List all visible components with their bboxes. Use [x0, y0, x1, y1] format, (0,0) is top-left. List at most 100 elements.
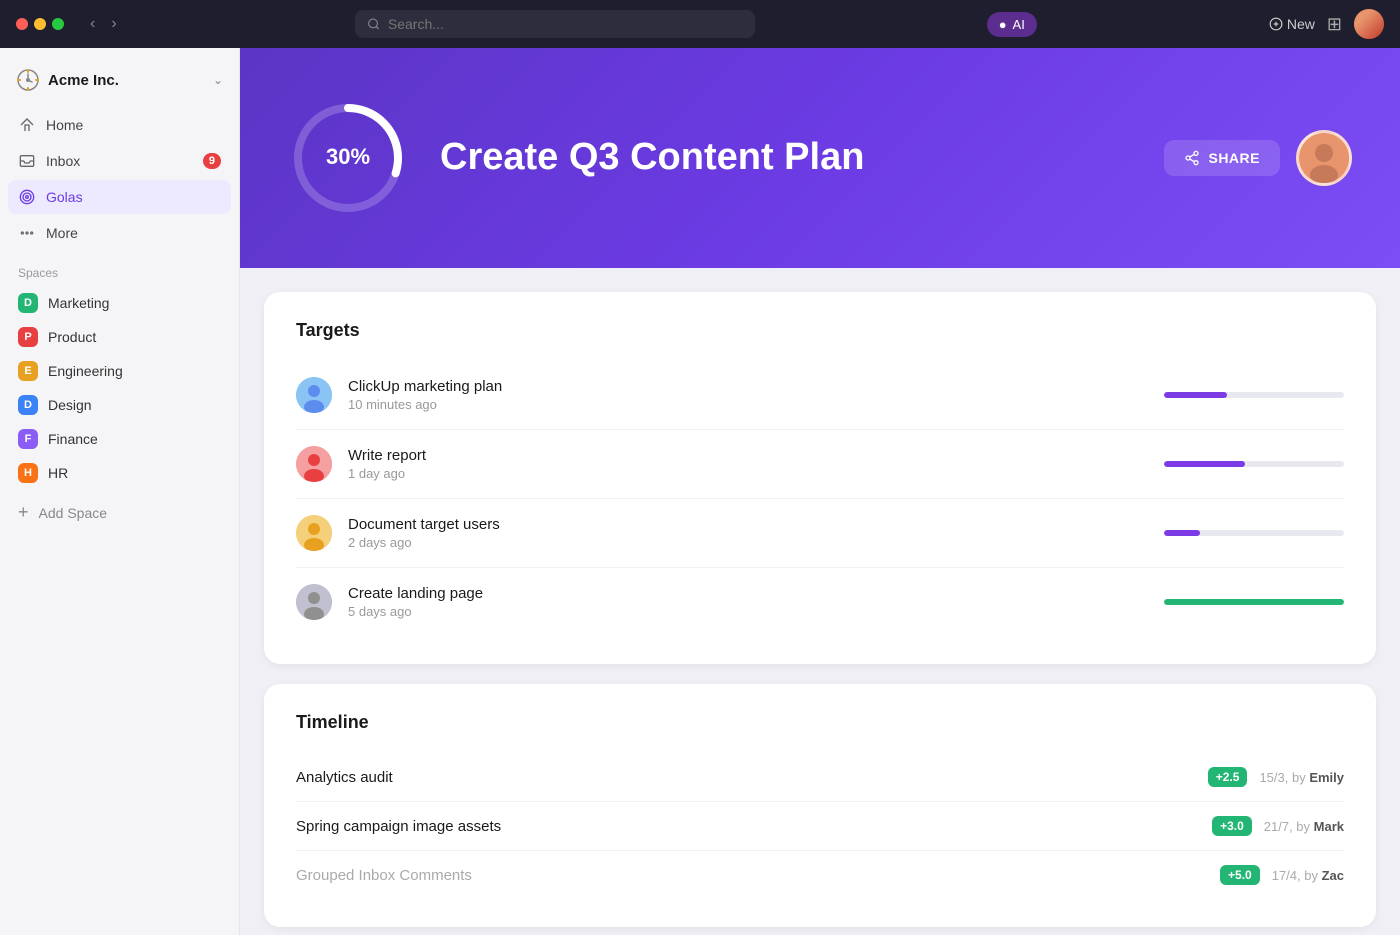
- hero-actions: SHARE: [1164, 130, 1352, 186]
- sidebar-item-design[interactable]: D Design: [8, 388, 231, 422]
- target-time: 1 day ago: [348, 466, 1148, 481]
- share-label: SHARE: [1208, 150, 1260, 166]
- sidebar-item-more[interactable]: More: [8, 216, 231, 250]
- product-space-icon: P: [18, 327, 38, 347]
- progress-bar: [1164, 530, 1344, 536]
- timeline-author: Mark: [1314, 819, 1344, 834]
- list-item[interactable]: Spring campaign image assets +3.0 21/7, …: [296, 802, 1344, 851]
- finance-space-icon: F: [18, 429, 38, 449]
- table-row[interactable]: ClickUp marketing plan 10 minutes ago: [296, 361, 1344, 430]
- forward-button[interactable]: ›: [105, 13, 122, 35]
- list-item[interactable]: Analytics audit +2.5 15/3, by Emily: [296, 753, 1344, 802]
- target-name: Create landing page: [348, 585, 1148, 602]
- share-button[interactable]: SHARE: [1164, 140, 1280, 176]
- avatar: [296, 446, 332, 482]
- timeline-badge: +2.5: [1208, 767, 1248, 787]
- timeline-badge: +3.0: [1212, 816, 1252, 836]
- goal-hero: 30% Create Q3 Content Plan SHARE: [240, 48, 1400, 268]
- main-layout: Acme Inc. ⌄ Home Inbox 9: [0, 48, 1400, 935]
- target-name: Document target users: [348, 516, 1148, 533]
- timeline-item-name: Analytics audit: [296, 769, 1196, 786]
- search-input[interactable]: [388, 16, 743, 32]
- timeline-meta: 21/7, by Mark: [1264, 819, 1344, 834]
- target-time: 10 minutes ago: [348, 397, 1148, 412]
- target-name: ClickUp marketing plan: [348, 378, 1148, 395]
- progress-fill: [1164, 461, 1245, 467]
- minimize-button[interactable]: [34, 18, 46, 30]
- sidebar-item-inbox[interactable]: Inbox 9: [8, 144, 231, 178]
- progress-bar: [1164, 599, 1344, 605]
- progress-fill: [1164, 392, 1227, 398]
- progress-bar: [1164, 461, 1344, 467]
- target-time: 5 days ago: [348, 604, 1148, 619]
- ai-button[interactable]: ● AI: [987, 12, 1037, 37]
- target-info: Create landing page 5 days ago: [348, 585, 1148, 619]
- inbox-badge: 9: [203, 153, 221, 169]
- timeline-meta: 15/3, by Emily: [1259, 770, 1344, 785]
- progress-fill: [1164, 530, 1200, 536]
- sidebar-item-hr[interactable]: H HR: [8, 456, 231, 490]
- avatar: [296, 584, 332, 620]
- window-controls: [16, 18, 64, 30]
- list-item[interactable]: Grouped Inbox Comments +5.0 17/4, by Zac: [296, 851, 1344, 899]
- design-space-icon: D: [18, 395, 38, 415]
- workspace-icon: [16, 68, 40, 92]
- title-right-actions: New ⊞: [1269, 9, 1384, 39]
- new-button[interactable]: New: [1269, 16, 1315, 32]
- targets-card: Targets ClickUp marketing plan 10 minute…: [264, 292, 1376, 664]
- close-button[interactable]: [16, 18, 28, 30]
- sidebar-item-engineering[interactable]: E Engineering: [8, 354, 231, 388]
- goal-title-block: Create Q3 Content Plan: [440, 135, 1132, 181]
- share-icon: [1184, 150, 1200, 166]
- plus-icon: [1269, 17, 1283, 31]
- sidebar-item-home[interactable]: Home: [8, 108, 231, 142]
- timeline-item-name: Spring campaign image assets: [296, 818, 1200, 835]
- progress-circle: 30%: [288, 98, 408, 218]
- add-space-label: Add Space: [39, 505, 108, 521]
- nav-arrows: ‹ ›: [84, 13, 123, 35]
- hero-user-avatar[interactable]: [1296, 130, 1352, 186]
- add-space-icon: +: [18, 502, 29, 523]
- workspace-name: Acme Inc.: [48, 72, 119, 89]
- sidebar-nav: Home Inbox 9 Golas: [0, 108, 239, 250]
- content-panel: Targets ClickUp marketing plan 10 minute…: [240, 268, 1400, 935]
- target-time: 2 days ago: [348, 535, 1148, 550]
- add-space-button[interactable]: + Add Space: [8, 494, 231, 531]
- spaces-section-label: Spaces: [0, 250, 239, 286]
- user-avatar[interactable]: [1354, 9, 1384, 39]
- marketing-label: Marketing: [48, 295, 109, 311]
- sidebar-item-marketing[interactable]: D Marketing: [8, 286, 231, 320]
- workspace-header[interactable]: Acme Inc. ⌄: [0, 60, 239, 108]
- goals-label: Golas: [46, 189, 83, 205]
- timeline-item-name: Grouped Inbox Comments: [296, 867, 1208, 884]
- ai-label: AI: [1013, 17, 1025, 32]
- search-bar[interactable]: [355, 10, 755, 38]
- sidebar-item-goals[interactable]: Golas: [8, 180, 231, 214]
- avatar-face: [1299, 133, 1349, 183]
- engineering-label: Engineering: [48, 363, 123, 379]
- avatar: [296, 515, 332, 551]
- product-label: Product: [48, 329, 96, 345]
- timeline-author: Zac: [1322, 868, 1344, 883]
- grid-icon[interactable]: ⊞: [1327, 14, 1342, 35]
- table-row[interactable]: Write report 1 day ago: [296, 430, 1344, 499]
- sidebar-item-finance[interactable]: F Finance: [8, 422, 231, 456]
- design-label: Design: [48, 397, 92, 413]
- back-button[interactable]: ‹: [84, 13, 101, 35]
- target-name: Write report: [348, 447, 1148, 464]
- workspace-chevron-icon: ⌄: [213, 73, 223, 87]
- targets-title: Targets: [296, 320, 1344, 341]
- goal-title: Create Q3 Content Plan: [440, 135, 1132, 181]
- target-info: Write report 1 day ago: [348, 447, 1148, 481]
- goals-icon: [18, 188, 36, 206]
- timeline-card: Timeline Analytics audit +2.5 15/3, by E…: [264, 684, 1376, 927]
- marketing-space-icon: D: [18, 293, 38, 313]
- timeline-badge: +5.0: [1220, 865, 1260, 885]
- table-row[interactable]: Create landing page 5 days ago: [296, 568, 1344, 636]
- sidebar-item-product[interactable]: P Product: [8, 320, 231, 354]
- table-row[interactable]: Document target users 2 days ago: [296, 499, 1344, 568]
- search-icon: [367, 17, 380, 31]
- sidebar: Acme Inc. ⌄ Home Inbox 9: [0, 48, 240, 935]
- target-info: ClickUp marketing plan 10 minutes ago: [348, 378, 1148, 412]
- maximize-button[interactable]: [52, 18, 64, 30]
